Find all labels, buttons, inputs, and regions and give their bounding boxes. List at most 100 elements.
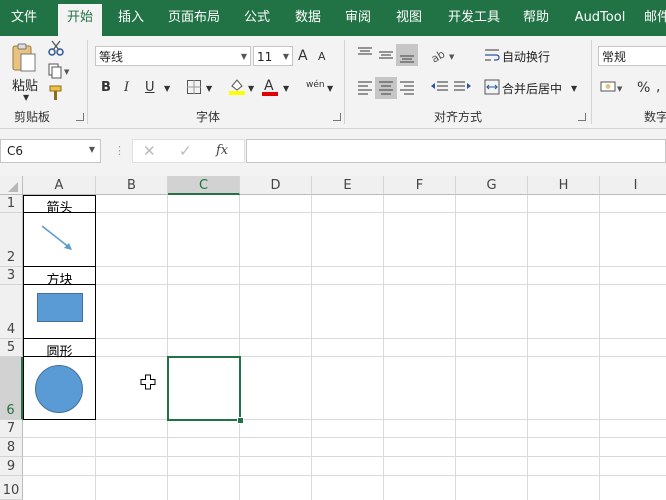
row-header-3[interactable]: 3 [0, 267, 23, 285]
phonetic-guide-icon[interactable]: wén [306, 76, 325, 94]
column-header-c[interactable]: C [168, 176, 240, 195]
circle-shape[interactable] [34, 364, 84, 414]
tab-data[interactable]: 数据 [287, 0, 329, 36]
chevron-down-icon[interactable]: ▼ [164, 80, 170, 98]
rectangle-shape[interactable] [37, 293, 83, 322]
tab-formulas[interactable]: 公式 [236, 0, 278, 36]
gridline [23, 212, 666, 213]
tab-home[interactable]: 开始 [58, 4, 102, 36]
wrap-text-button[interactable]: 自动换行 [502, 48, 550, 65]
accounting-format-icon[interactable]: ▼ [600, 79, 626, 95]
merge-center-button[interactable]: 合并后居中 [502, 80, 562, 97]
selected-cell-c6[interactable] [167, 356, 241, 421]
chevron-down-icon[interactable]: ▼ [206, 80, 212, 98]
wrap-text-icon[interactable] [484, 47, 500, 63]
font-size-combo[interactable]: 11 ▼ [253, 46, 293, 66]
formula-input[interactable] [246, 139, 666, 163]
svg-text:ab: ab [430, 47, 447, 64]
row-number: 3 [6, 268, 16, 283]
gridline [23, 338, 666, 339]
row-header-7[interactable]: 7 [0, 420, 23, 438]
copy-icon[interactable]: ▼ [48, 63, 72, 79]
number-group-label: 数字 [644, 110, 666, 124]
cell-a1[interactable]: 箭头 [23, 197, 96, 216]
tab-audtool[interactable]: AudTool [568, 0, 632, 36]
format-painter-icon[interactable] [48, 85, 64, 101]
row-header-8[interactable]: 8 [0, 438, 23, 457]
row-header-1[interactable]: 1 [0, 195, 23, 213]
column-header-g[interactable]: G [456, 176, 528, 195]
row-number: 8 [6, 440, 16, 455]
indent-icons[interactable] [430, 79, 472, 95]
chevron-down-icon[interactable]: ▼ [571, 80, 577, 98]
arrow-shape[interactable] [40, 224, 74, 252]
row-header-6[interactable]: 6 [0, 357, 23, 420]
tab-page-layout[interactable]: 页面布局 [162, 0, 226, 36]
name-box[interactable]: C6 ▼ [0, 139, 101, 163]
column-header-e[interactable]: E [312, 176, 384, 195]
borders-icon[interactable] [186, 79, 202, 95]
chevron-down-icon[interactable]: ▼ [283, 80, 289, 98]
tab-developer[interactable]: 开发工具 [442, 0, 506, 36]
gridline [23, 456, 666, 457]
enter-icon[interactable]: ✓ [179, 142, 192, 160]
gridline [23, 475, 666, 476]
gridline [167, 195, 168, 500]
formula-bar-grip-icon: ⋮ [114, 144, 125, 157]
tab-view[interactable]: 视图 [388, 0, 430, 36]
fill-color-icon[interactable] [228, 77, 246, 95]
orientation-icon[interactable]: ab ▼ [429, 46, 458, 65]
tab-insert[interactable]: 插入 [110, 0, 152, 36]
bold-button[interactable]: B [101, 79, 111, 97]
row-number: 7 [6, 421, 16, 436]
comma-style-icon[interactable]: , [656, 78, 660, 96]
cancel-icon[interactable]: ✕ [143, 142, 156, 160]
row-header-5[interactable]: 5 [0, 339, 23, 357]
cell-a5[interactable]: 圆形 [23, 341, 96, 360]
cut-icon[interactable] [48, 40, 64, 56]
font-launcher-icon[interactable] [333, 113, 341, 121]
row-header-4[interactable]: 4 [0, 285, 23, 339]
cell-a3[interactable]: 方块 [23, 269, 96, 288]
row-number: 4 [6, 322, 16, 337]
number-format-value: 常规 [602, 50, 627, 64]
merge-center-icon[interactable] [484, 79, 500, 95]
chevron-down-icon[interactable]: ▼ [248, 80, 254, 98]
alignment-launcher-icon[interactable] [578, 113, 586, 121]
gridline [23, 356, 666, 357]
tab-review[interactable]: 审阅 [337, 0, 379, 36]
italic-button[interactable]: I [124, 79, 129, 97]
clipboard-launcher-icon[interactable] [76, 113, 84, 121]
column-header-b[interactable]: B [96, 176, 168, 195]
chevron-down-icon: ▼ [282, 52, 289, 61]
select-all-corner[interactable] [0, 176, 23, 195]
percent-button[interactable]: % [637, 79, 650, 97]
gridline [23, 284, 666, 285]
tab-file[interactable]: 文件 [0, 0, 48, 36]
alignment-group-label: 对齐方式 [434, 110, 483, 124]
paste-icon[interactable] [10, 42, 38, 74]
name-box-value: C6 [7, 144, 24, 158]
column-header-h[interactable]: H [528, 176, 600, 195]
row-header-2[interactable]: 2 [0, 213, 23, 267]
shrink-font-icon[interactable]: A [318, 48, 326, 66]
font-name-value: 等线 [99, 50, 124, 64]
row-header-9[interactable]: 9 [0, 457, 23, 476]
insert-function-button[interactable]: fx [216, 143, 228, 158]
tab-help[interactable]: 帮助 [515, 0, 557, 36]
number-format-combo[interactable]: 常规 [598, 46, 666, 66]
fill-handle[interactable] [237, 417, 244, 424]
column-header-d[interactable]: D [240, 176, 312, 195]
chevron-down-icon[interactable]: ▼ [327, 80, 333, 98]
row-header-10[interactable]: 10 [0, 476, 23, 500]
column-header-a[interactable]: A [23, 176, 96, 195]
column-header-i[interactable]: I [600, 176, 666, 195]
grow-font-icon[interactable]: A [298, 47, 308, 65]
underline-button[interactable]: U [145, 79, 155, 97]
column-header-f[interactable]: F [384, 176, 456, 195]
font-name-combo[interactable]: 等线 ▼ [95, 46, 251, 66]
paste-dropdown-icon[interactable]: ▼ [23, 89, 29, 107]
gridline [599, 195, 600, 500]
font-color-icon[interactable]: A [262, 77, 278, 97]
tab-mailings[interactable]: 邮件 [644, 0, 666, 36]
